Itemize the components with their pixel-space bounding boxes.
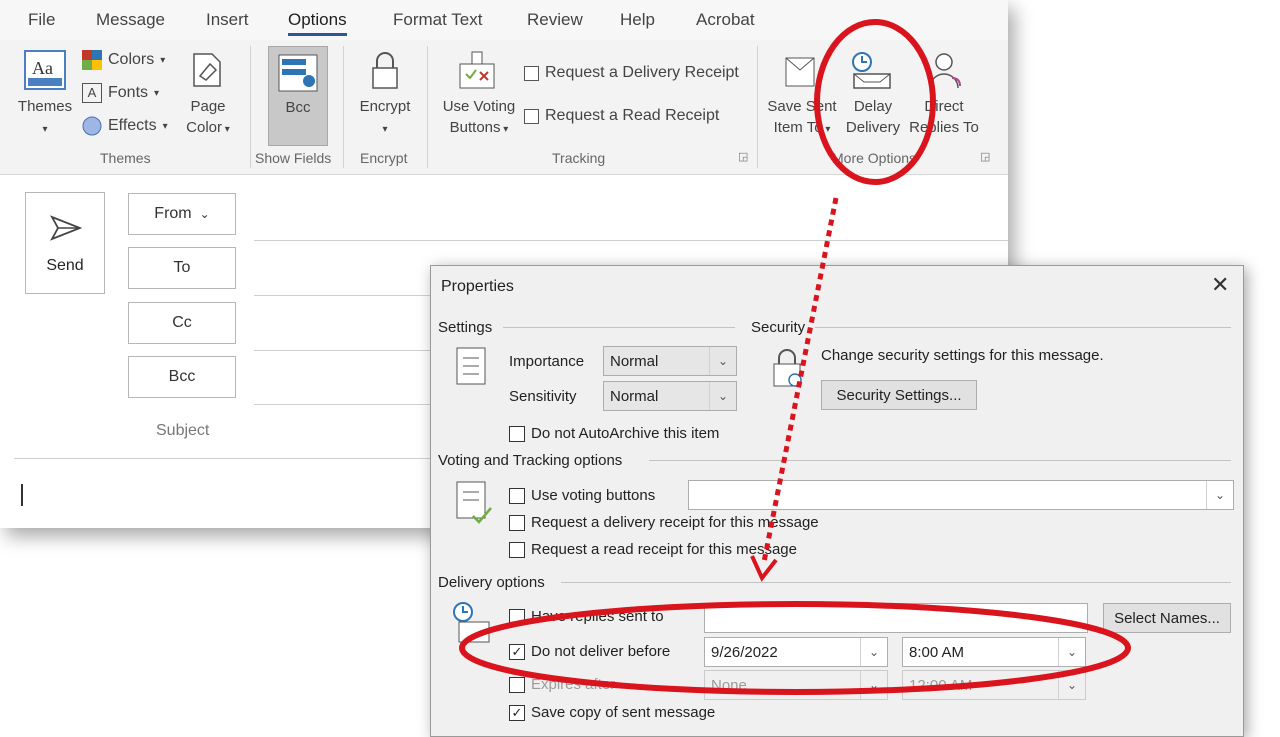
annotation-dotted-arrow: [761, 197, 839, 563]
annotation-overlay: [459, 19, 1131, 695]
delay-delivery-highlight-circle: [814, 19, 936, 185]
do-not-deliver-highlight-ellipse: [459, 601, 1131, 695]
